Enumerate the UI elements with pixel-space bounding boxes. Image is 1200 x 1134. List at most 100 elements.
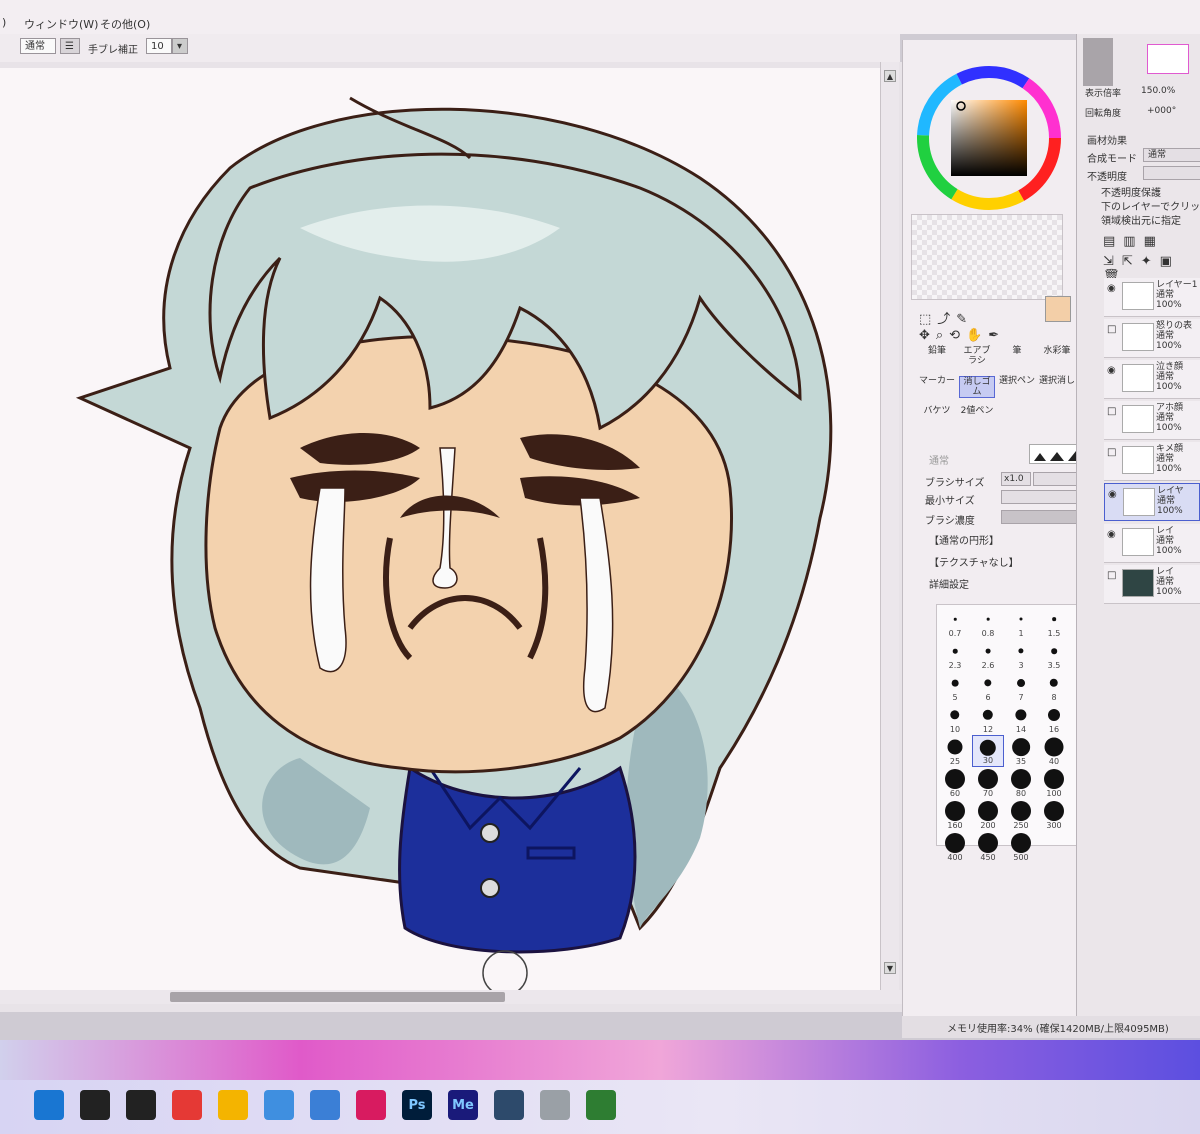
layer-item[interactable]: ◉ レイヤー1 通常 100% (1104, 278, 1200, 317)
eye-icon[interactable]: ◉ (1108, 490, 1120, 500)
brush-preset[interactable]: 3.5 (1038, 639, 1070, 671)
task-view-icon[interactable] (126, 1090, 156, 1120)
chrome-icon[interactable] (172, 1090, 202, 1120)
tool-3[interactable]: 水彩筆 (1039, 346, 1075, 368)
brush-mode-label[interactable]: 通常 (929, 452, 949, 467)
layer-item[interactable]: □ アホ顔 通常 100% (1104, 401, 1200, 440)
brush-preset[interactable]: 1 (1005, 607, 1037, 639)
brush-preset[interactable]: 1.5 (1038, 607, 1070, 639)
brush-preset[interactable]: 7 (1005, 671, 1037, 703)
brush-preset[interactable]: 250 (1005, 799, 1037, 831)
brush-preset[interactable]: 80 (1005, 767, 1037, 799)
brush-preset[interactable]: 400 (939, 831, 971, 863)
navigator-preview[interactable] (1147, 44, 1189, 74)
color-wheel[interactable] (911, 64, 1067, 212)
windows-start-icon[interactable] (34, 1090, 64, 1120)
tool-4[interactable]: マーカー (919, 376, 955, 398)
brush-preset[interactable]: 200 (972, 799, 1004, 831)
tool-2[interactable]: 筆 (999, 346, 1035, 368)
eye-icon[interactable]: ◉ (1107, 284, 1119, 294)
disc-app-icon[interactable] (540, 1090, 570, 1120)
tool-8[interactable]: バケツ (919, 406, 955, 428)
brush-preset[interactable]: 8 (1038, 671, 1070, 703)
brush-preset[interactable]: 35 (1005, 735, 1037, 767)
brush-preset[interactable]: 160 (939, 799, 971, 831)
brush-preset[interactable]: 3 (1005, 639, 1037, 671)
eye-hidden-icon[interactable]: □ (1107, 448, 1119, 458)
opacity-slider[interactable] (1143, 166, 1200, 180)
brush-preset[interactable]: 25 (939, 735, 971, 767)
stabilizer-icon[interactable]: ☰ (60, 38, 80, 54)
brush-preset[interactable]: 14 (1005, 703, 1037, 735)
brush-preset[interactable]: 0.8 (972, 607, 1004, 639)
scroll-up-button[interactable]: ▲ (884, 70, 896, 82)
layer-item[interactable]: □ キメ顔 通常 100% (1104, 442, 1200, 481)
file-explorer-icon[interactable] (218, 1090, 248, 1120)
selection-source-checkbox[interactable]: 領域検出元に指定 (1101, 212, 1181, 227)
brush-preset[interactable]: 2.3 (939, 639, 971, 671)
brush-size-multiplier[interactable]: x1.0 (1001, 472, 1031, 486)
menu-window[interactable]: ウィンドウ(W) (24, 16, 98, 32)
preserve-opacity-checkbox[interactable]: 不透明度保護 (1101, 184, 1161, 199)
brush-preset[interactable]: 0.7 (939, 607, 971, 639)
eye-hidden-icon[interactable]: □ (1107, 407, 1119, 417)
stabilizer-value[interactable]: 10 (146, 38, 172, 54)
brush-texture-select[interactable]: 【テクスチャなし】 (929, 554, 1019, 569)
texture-effect-label[interactable]: 画材効果 (1087, 132, 1127, 147)
brush-preset[interactable]: 6 (972, 671, 1004, 703)
canvas-vertical-scrollbar[interactable]: ▲ ▼ (880, 62, 899, 992)
drawing-canvas[interactable] (0, 68, 881, 996)
main-color-chip[interactable] (1045, 296, 1071, 322)
tool-9[interactable]: 2値ペン (959, 406, 995, 428)
navigator-thumb[interactable] (1083, 38, 1113, 86)
brush-preset[interactable]: 500 (1005, 831, 1037, 863)
media-encoder-icon[interactable]: Me (448, 1090, 478, 1120)
scratch-pad[interactable] (911, 214, 1063, 300)
brush-preset[interactable]: 30 (972, 735, 1004, 767)
brush-preset[interactable]: 100 (1038, 767, 1070, 799)
search-icon[interactable] (80, 1090, 110, 1120)
stabilizer-dropdown-icon[interactable]: ▾ (172, 38, 188, 54)
layer-item[interactable]: ◉ レイヤ 通常 100% (1104, 483, 1200, 521)
eye-icon[interactable]: ◉ (1107, 366, 1119, 376)
eye-hidden-icon[interactable]: □ (1107, 571, 1119, 581)
scroll-down-button[interactable]: ▼ (884, 962, 896, 974)
tool-0[interactable]: 鉛筆 (919, 346, 955, 368)
photoshop-icon[interactable]: Ps (402, 1090, 432, 1120)
paint-tool-sai-icon[interactable] (586, 1090, 616, 1120)
layer-item[interactable]: □ 怒りの表 通常 100% (1104, 319, 1200, 358)
layer-blend-mode[interactable]: 通常 (1143, 148, 1200, 162)
brush-preset[interactable]: 450 (972, 831, 1004, 863)
brush-preset[interactable]: 10 (939, 703, 971, 735)
brush-preset[interactable]: 300 (1038, 799, 1070, 831)
canvas-area[interactable]: ▲ ▼ ▶ (0, 62, 940, 1012)
brush-preset[interactable]: 5 (939, 671, 971, 703)
tool-5[interactable]: 消しゴム (959, 376, 995, 398)
current-color-swatch[interactable] (1045, 296, 1073, 324)
layer-item[interactable]: ◉ レイ 通常 100% (1104, 524, 1200, 563)
monitor-app-icon[interactable] (310, 1090, 340, 1120)
brush-preset[interactable]: 70 (972, 767, 1004, 799)
brush-preset[interactable]: 12 (972, 703, 1004, 735)
brush-preset[interactable]: 2.6 (972, 639, 1004, 671)
clipping-checkbox[interactable]: 下のレイヤーでクリッピング (1101, 198, 1200, 213)
brush-preset[interactable]: 40 (1038, 735, 1070, 767)
menu-other[interactable]: その他(O) (100, 16, 150, 32)
horizontal-scroll-thumb[interactable] (170, 992, 505, 1002)
brush-preset[interactable]: 16 (1038, 703, 1070, 735)
photos-icon[interactable] (264, 1090, 294, 1120)
view-tools-icons[interactable]: ✥⌕⟲✋✒ (919, 328, 1005, 343)
tool-7[interactable]: 選択消し (1039, 376, 1075, 398)
eye-hidden-icon[interactable]: □ (1107, 325, 1119, 335)
zoom-value[interactable]: 150.0% (1141, 86, 1175, 96)
tool-1[interactable]: エアブラシ (959, 346, 995, 368)
selection-tools-icons[interactable]: ⬚⤴✎ (919, 308, 973, 327)
snipping-tool-icon[interactable] (356, 1090, 386, 1120)
calculator-icon[interactable] (494, 1090, 524, 1120)
layer-item[interactable]: ◉ 泣き顔 通常 100% (1104, 360, 1200, 399)
brush-detail-settings[interactable]: 詳細設定 (929, 576, 969, 591)
layer-action-icons[interactable]: ▤▥▦ (1103, 234, 1164, 249)
brush-shape-select[interactable]: 【通常の円形】 (929, 532, 999, 547)
tool-6[interactable]: 選択ペン (999, 376, 1035, 398)
canvas-horizontal-scrollbar[interactable]: ▶ (0, 990, 940, 1004)
